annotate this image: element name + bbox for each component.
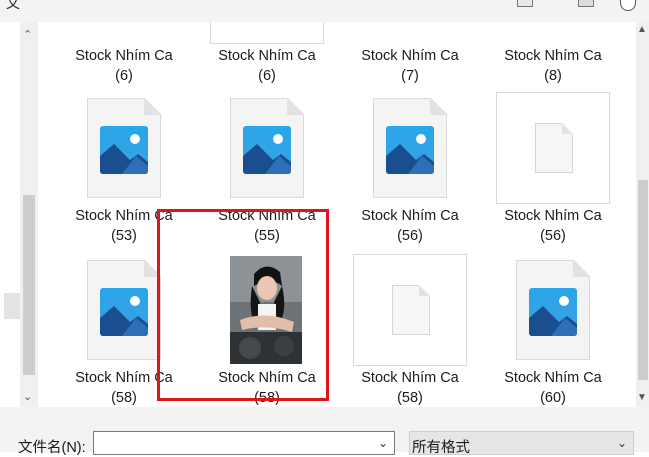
file-name: Stock Nhím Ca xyxy=(218,370,316,386)
file-name: Stock Nhím Ca xyxy=(75,208,173,224)
file-number: (8) xyxy=(544,68,562,84)
file-name: Stock Nhím Ca xyxy=(504,370,602,386)
layout-icon[interactable] xyxy=(578,0,594,7)
file-number: (7) xyxy=(401,68,419,84)
image-file-icon xyxy=(373,97,448,198)
file-item[interactable]: Stock Nhím Ca (6) xyxy=(57,22,191,84)
file-item[interactable]: Stock Nhím Ca (58) xyxy=(57,252,191,407)
file-name: Stock Nhím Ca xyxy=(218,48,316,64)
document-preview-frame xyxy=(353,254,467,366)
document-preview-frame xyxy=(496,92,610,204)
file-item[interactable]: Stock Nhím Ca (6) xyxy=(200,22,334,84)
document-preview-frame xyxy=(210,22,324,44)
file-number: (53) xyxy=(111,228,137,244)
file-number: (6) xyxy=(258,68,276,84)
scroll-up-icon[interactable]: ▲ xyxy=(637,24,647,35)
file-item[interactable]: Stock Nhím Ca (8) xyxy=(486,22,620,84)
file-item[interactable]: Stock Nhím Ca (58) xyxy=(343,252,477,407)
navigation-scroll-thumb[interactable] xyxy=(23,195,35,375)
file-name: Stock Nhím Ca xyxy=(218,208,316,224)
blank-document-icon xyxy=(392,285,430,335)
file-number: (60) xyxy=(540,390,566,406)
help-icon[interactable] xyxy=(620,0,636,11)
filename-input[interactable] xyxy=(93,431,395,455)
image-file-icon xyxy=(87,259,162,360)
file-number: (58) xyxy=(111,390,137,406)
file-item[interactable]: Stock Nhím Ca (56) xyxy=(343,90,477,250)
file-number: (6) xyxy=(115,68,133,84)
file-name: Stock Nhím Ca xyxy=(361,48,459,64)
vertical-scroll-thumb[interactable] xyxy=(638,180,648,380)
photo-thumbnail xyxy=(230,256,302,364)
window-title: 文 xyxy=(6,0,20,11)
nav-scroll-down-icon[interactable]: ⌄ xyxy=(23,390,32,403)
title-bar: 文 xyxy=(0,0,649,22)
navigation-item[interactable] xyxy=(4,293,20,319)
file-name: Stock Nhím Ca xyxy=(504,208,602,224)
file-item[interactable]: Stock Nhím Ca (53) xyxy=(57,90,191,250)
file-type-dropdown-icon[interactable]: ⌄ xyxy=(617,436,627,450)
file-type-value: 所有格式 xyxy=(412,440,470,456)
image-file-icon xyxy=(516,259,591,360)
view-icon[interactable] xyxy=(517,0,533,7)
filename-label: 文件名(N): xyxy=(18,440,86,456)
file-item[interactable]: Stock Nhím Ca (56) xyxy=(486,90,620,250)
file-number: (56) xyxy=(397,228,423,244)
file-item-selected[interactable]: Stock Nhím Ca (58) xyxy=(200,252,334,407)
file-name: Stock Nhím Ca xyxy=(75,48,173,64)
file-name: Stock Nhím Ca xyxy=(504,48,602,64)
file-item[interactable]: Stock Nhím Ca (7) xyxy=(343,22,477,84)
file-name: Stock Nhím Ca xyxy=(75,370,173,386)
file-number: (58) xyxy=(397,390,423,406)
filename-dropdown-icon[interactable]: ⌄ xyxy=(378,436,388,450)
file-item[interactable]: Stock Nhím Ca (60) xyxy=(486,252,620,407)
file-number: (56) xyxy=(540,228,566,244)
file-name: Stock Nhím Ca xyxy=(361,208,459,224)
file-list-view[interactable]: Stock Nhím Ca (6) Stock Nhím Ca (6) Stoc… xyxy=(38,22,636,407)
blank-document-icon xyxy=(535,123,573,173)
image-file-icon xyxy=(230,97,305,198)
scroll-down-icon[interactable]: ▼ xyxy=(637,392,647,403)
image-file-icon xyxy=(87,97,162,198)
file-number: (55) xyxy=(254,228,280,244)
file-item[interactable]: Stock Nhím Ca (55) xyxy=(200,90,334,250)
file-number: (58) xyxy=(254,390,280,406)
nav-scroll-up-icon[interactable]: ⌃ xyxy=(23,28,32,41)
file-name: Stock Nhím Ca xyxy=(361,370,459,386)
